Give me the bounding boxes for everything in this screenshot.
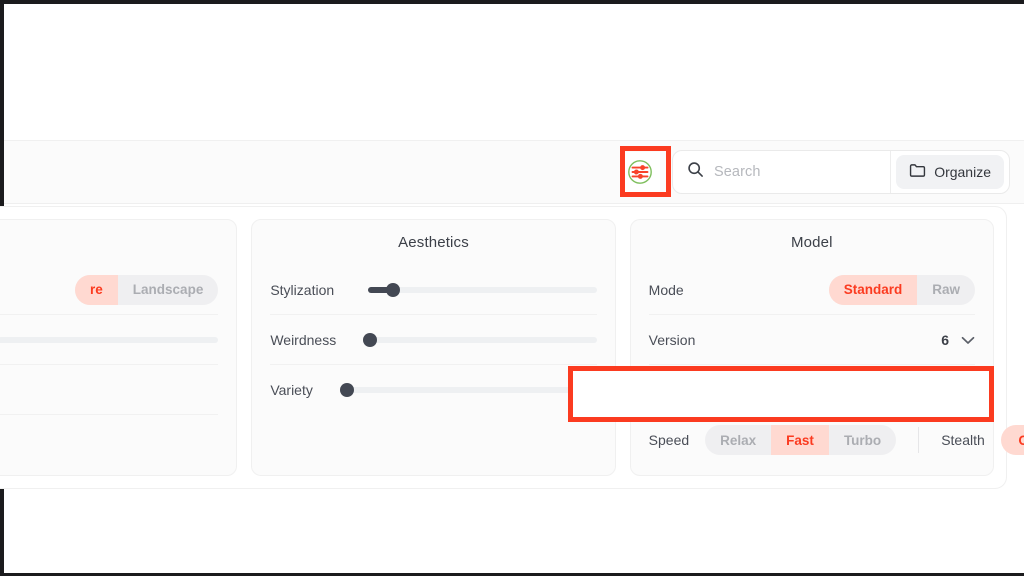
- personalize-segmented[interactable]: On Off: [876, 374, 975, 405]
- toolbar-divider: [890, 151, 892, 193]
- stylization-label: Stylization: [270, 281, 335, 298]
- aesthetics-rows: Stylization Weirdness Variety: [270, 265, 597, 465]
- speed-option-turbo[interactable]: Turbo: [829, 425, 896, 455]
- app-screenshot: Search Organize re Landscape Aesthetics …: [0, 0, 1024, 576]
- mode-option-raw[interactable]: Raw: [917, 275, 975, 305]
- panel-image-format: re Landscape: [0, 219, 238, 476]
- stealth-group: Stealth On: [941, 425, 1024, 455]
- slider-track: [368, 286, 597, 293]
- personalize-label: Personalize: [648, 381, 722, 398]
- settings-sliders-button[interactable]: [620, 152, 660, 192]
- mode-label: Mode: [648, 281, 684, 298]
- slider-track: [346, 387, 597, 393]
- speed-group: Speed Relax Fast Turbo: [649, 425, 897, 455]
- panel-title-model: Model: [791, 234, 833, 251]
- personalize-option-on[interactable]: On: [877, 375, 926, 405]
- folder-icon: [909, 163, 926, 181]
- row-weirdness: Weirdness: [270, 315, 597, 365]
- organize-button[interactable]: Organize: [896, 155, 1004, 189]
- stealth-toggle[interactable]: On: [1000, 425, 1024, 455]
- settings-panels-container: re Landscape Aesthetics Stylization Weir…: [0, 206, 1024, 489]
- content-canvas-area: [4, 4, 1024, 140]
- search-organize-group: Search Organize: [672, 150, 1010, 194]
- sliders-icon: [627, 159, 653, 185]
- search-placeholder: Search: [714, 164, 761, 180]
- organize-label: Organize: [934, 164, 991, 180]
- slider-thumb[interactable]: [363, 332, 378, 347]
- row-placeholder-b: [0, 365, 219, 415]
- variety-label: Variety: [270, 382, 313, 398]
- speed-option-relax[interactable]: Relax: [705, 425, 771, 455]
- speed-label: Speed: [648, 432, 690, 448]
- panel-aesthetics: Aesthetics Stylization Weirdness Variety: [251, 219, 616, 476]
- mode-segmented[interactable]: Standard Raw: [828, 274, 975, 305]
- slider-thumb[interactable]: [339, 383, 354, 397]
- row-version: Version 6: [648, 315, 975, 365]
- chevron-down-icon[interactable]: [961, 332, 975, 348]
- personalize-option-off[interactable]: Off: [925, 374, 975, 405]
- row-mode: Mode Standard Raw: [648, 265, 975, 315]
- search-input[interactable]: Search: [673, 151, 890, 193]
- stylization-slider[interactable]: [368, 282, 597, 297]
- stealth-label: Stealth: [941, 432, 985, 448]
- version-value: 6: [941, 331, 949, 348]
- weirdness-label: Weirdness: [270, 331, 337, 348]
- speed-option-fast[interactable]: Fast: [771, 425, 829, 455]
- weirdness-slider[interactable]: [363, 332, 597, 347]
- toolbar: Search Organize: [4, 140, 1024, 204]
- version-dropdown[interactable]: 6: [941, 332, 975, 348]
- search-icon: [687, 161, 704, 183]
- seg-option-landscape[interactable]: Landscape: [118, 275, 219, 305]
- speed-stealth-divider: [918, 427, 920, 453]
- row-speed-stealth: Speed Relax Fast Turbo Stealth On: [649, 415, 1024, 465]
- clipped-rows: re Landscape: [0, 265, 219, 465]
- seg-option-square[interactable]: re: [75, 274, 118, 305]
- placeholder-bar: [0, 336, 219, 343]
- version-label: Version: [648, 331, 696, 348]
- row-aspect-ratio: re Landscape: [0, 265, 219, 315]
- row-stylization: Stylization: [270, 265, 597, 315]
- aspect-ratio-segmented[interactable]: re Landscape: [75, 274, 219, 305]
- variety-slider[interactable]: [339, 383, 597, 397]
- slider-track: [370, 336, 597, 343]
- panel-title-clipped: [0, 234, 218, 251]
- row-variety: Variety: [270, 365, 597, 415]
- row-placeholder-a: [0, 315, 219, 365]
- panel-model: Model Mode Standard Raw Version 6 Person…: [629, 219, 1024, 476]
- mode-option-standard[interactable]: Standard: [828, 274, 918, 305]
- speed-segmented[interactable]: Relax Fast Turbo: [705, 425, 897, 455]
- panel-title-aesthetics: Aesthetics: [398, 234, 469, 251]
- slider-thumb[interactable]: [386, 282, 401, 297]
- row-personalize: Personalize On Off: [648, 365, 975, 415]
- model-rows: Mode Standard Raw Version 6 Personalize …: [648, 265, 1024, 465]
